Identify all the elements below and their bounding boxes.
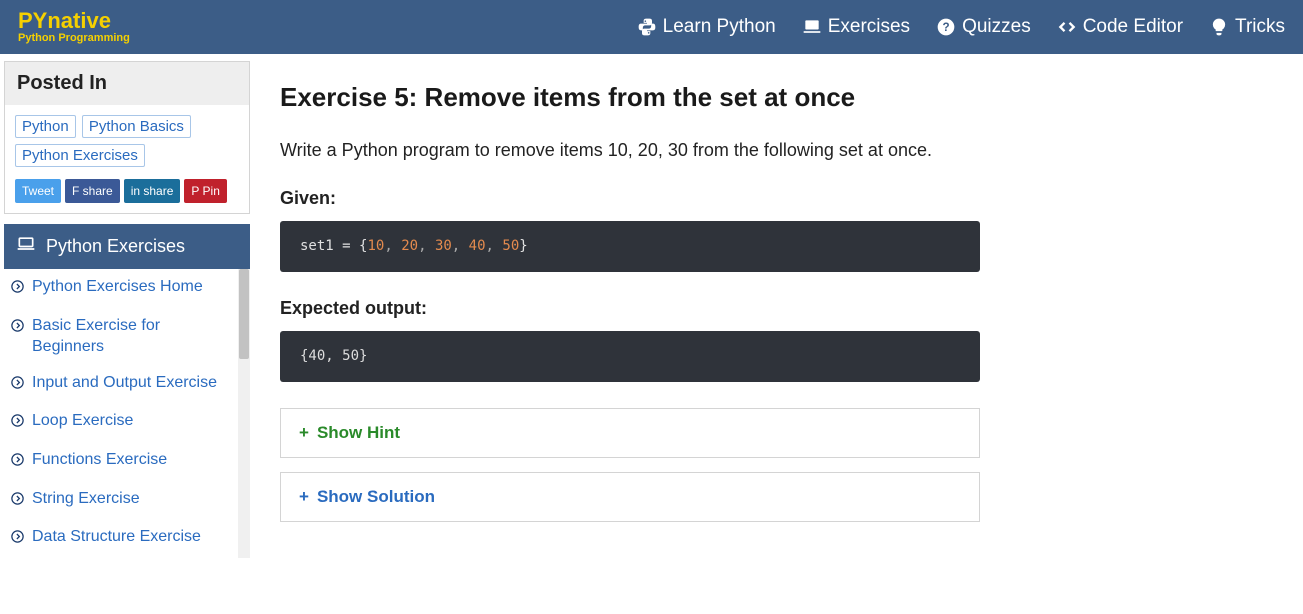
sidebar-item-label: Functions Exercise — [32, 449, 167, 471]
sidebar-item-label: Loop Exercise — [32, 410, 133, 432]
share-facebook-button[interactable]: F share — [65, 179, 120, 203]
arrow-right-circle-icon — [10, 452, 26, 474]
exercise-title: Exercise 5: Remove items from the set at… — [280, 82, 980, 113]
posted-in-box: Posted In Python Python Basics Python Ex… — [4, 61, 250, 214]
nav-tricks[interactable]: Tricks — [1209, 16, 1285, 38]
plus-icon: + — [299, 423, 309, 442]
posted-tags: Python Python Basics Python Exercises — [5, 105, 249, 179]
arrow-right-circle-icon — [10, 529, 26, 551]
nav-label: Code Editor — [1083, 16, 1183, 38]
sidebar-item-label: Input and Output Exercise — [32, 372, 217, 394]
question-icon: ? — [936, 17, 956, 37]
sidebar-item-io[interactable]: Input and Output Exercise — [4, 365, 236, 404]
show-hint-button[interactable]: + Show Hint — [280, 408, 980, 458]
expected-code: {40, 50} — [280, 331, 980, 382]
hint-label: Show Hint — [317, 423, 400, 442]
sidebar-item-label: Data Structure Exercise — [32, 526, 201, 548]
sidebar-item-functions[interactable]: Functions Exercise — [4, 442, 236, 481]
logo[interactable]: PYnative Python Programming — [18, 10, 130, 44]
sidebar-item-data-structure[interactable]: Data Structure Exercise — [4, 519, 236, 558]
main-content: Exercise 5: Remove items from the set at… — [250, 54, 1010, 558]
nav-label: Tricks — [1235, 16, 1285, 38]
nav-label: Learn Python — [663, 16, 776, 38]
arrow-right-circle-icon — [10, 279, 26, 301]
nav-quizzes[interactable]: ? Quizzes — [936, 16, 1031, 38]
posted-in-title: Posted In — [5, 62, 249, 105]
header-nav: Learn Python Exercises ? Quizzes Code Ed… — [637, 16, 1285, 38]
exercise-description: Write a Python program to remove items 1… — [280, 137, 980, 164]
arrow-right-circle-icon — [10, 413, 26, 435]
bulb-icon — [1209, 17, 1229, 37]
plus-icon: + — [299, 487, 309, 506]
arrow-right-circle-icon — [10, 491, 26, 513]
sidebar-item-label: Basic Exercise for Beginners — [32, 315, 230, 358]
sidebar-item-string[interactable]: String Exercise — [4, 481, 236, 520]
sidebar-title-label: Python Exercises — [46, 236, 185, 257]
nav-label: Exercises — [828, 16, 910, 38]
share-tweet-button[interactable]: Tweet — [15, 179, 61, 203]
tag-python-basics[interactable]: Python Basics — [82, 115, 191, 138]
scrollbar-track[interactable] — [238, 269, 250, 558]
svg-text:?: ? — [943, 21, 950, 34]
tag-python-exercises[interactable]: Python Exercises — [15, 144, 145, 167]
show-solution-button[interactable]: + Show Solution — [280, 472, 980, 522]
nav-label: Quizzes — [962, 16, 1031, 38]
logo-text: PYnative — [18, 10, 130, 32]
sidebar-item-home[interactable]: Python Exercises Home — [4, 269, 236, 308]
sidebar-list: Python Exercises Home Basic Exercise for… — [4, 269, 250, 558]
sidebar-item-label: String Exercise — [32, 488, 140, 510]
nav-exercises[interactable]: Exercises — [802, 16, 910, 38]
logo-subtext: Python Programming — [18, 32, 130, 44]
top-header: PYnative Python Programming Learn Python… — [0, 0, 1303, 54]
laptop-icon — [16, 234, 36, 259]
share-row: Tweet F share in share P Pin — [5, 179, 249, 213]
share-pinterest-button[interactable]: P Pin — [184, 179, 226, 203]
python-icon — [637, 17, 657, 37]
share-linkedin-button[interactable]: in share — [124, 179, 181, 203]
sidebar-title: Python Exercises — [4, 224, 250, 269]
given-code: set1 = {10, 20, 30, 40, 50} — [280, 221, 980, 272]
solution-label: Show Solution — [317, 487, 435, 506]
sidebar-item-loop[interactable]: Loop Exercise — [4, 403, 236, 442]
given-label: Given: — [280, 188, 980, 209]
sidebar-item-label: Python Exercises Home — [32, 276, 203, 298]
code-icon — [1057, 17, 1077, 37]
expected-label: Expected output: — [280, 298, 980, 319]
arrow-right-circle-icon — [10, 375, 26, 397]
arrow-right-circle-icon — [10, 318, 26, 340]
nav-code-editor[interactable]: Code Editor — [1057, 16, 1183, 38]
sidebar-item-basic[interactable]: Basic Exercise for Beginners — [4, 308, 236, 365]
tag-python[interactable]: Python — [15, 115, 76, 138]
nav-learn-python[interactable]: Learn Python — [637, 16, 776, 38]
scrollbar-thumb[interactable] — [239, 269, 249, 359]
sidebar: Posted In Python Python Basics Python Ex… — [0, 54, 250, 558]
laptop-icon — [802, 17, 822, 37]
